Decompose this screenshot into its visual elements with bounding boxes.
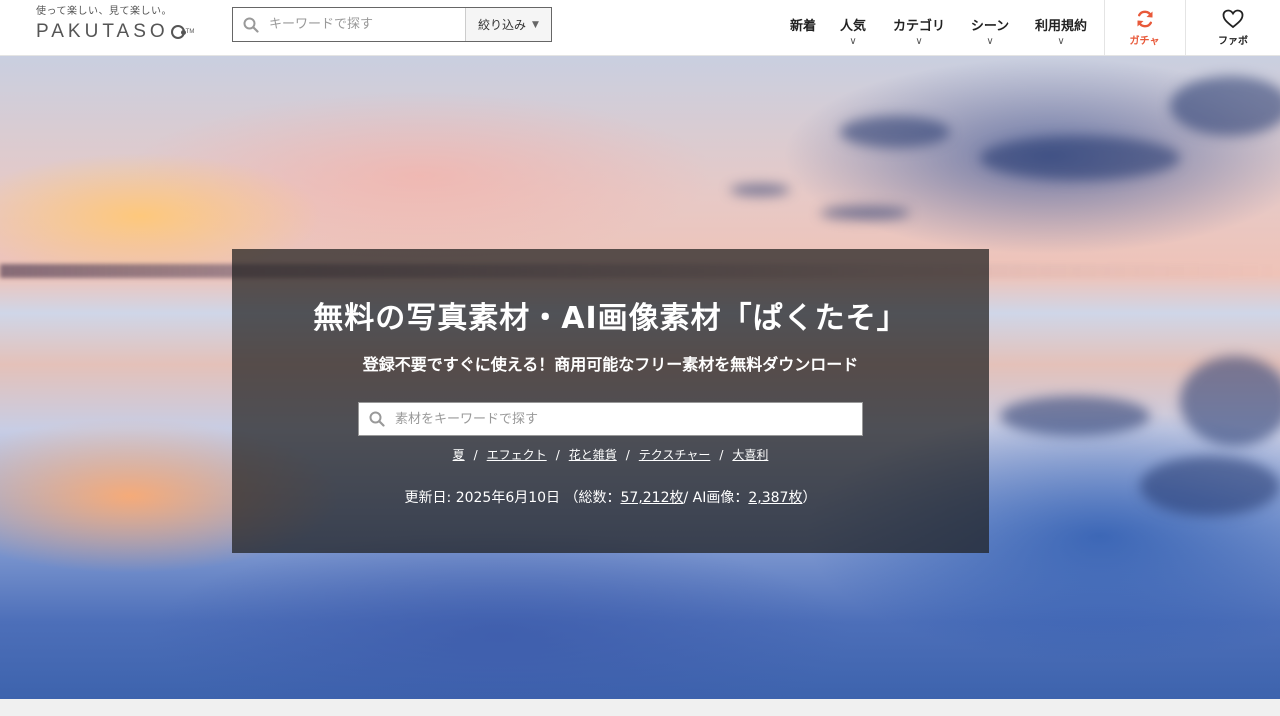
nav-item-category[interactable]: カテゴリ ∨ [880, 0, 958, 56]
ai-label: / AI画像： [683, 490, 749, 506]
chevron-down-icon: ∨ [849, 36, 857, 47]
logo-trademark: TM [185, 29, 195, 35]
tag-separator: / [719, 448, 724, 462]
nav-item-scene[interactable]: シーン ∨ [958, 0, 1022, 56]
site-logo[interactable]: 使って楽しい、見て楽しい。 PAKUTASO TM [36, 6, 196, 46]
chevron-down-icon: ∨ [915, 36, 923, 47]
hero-search-input[interactable] [395, 403, 862, 435]
hero-section: 無料の写真素材・AI画像素材「ぱくたそ」 登録不要ですぐに使える！商用可能なフリ… [0, 56, 1280, 699]
filter-label: 絞り込み [478, 18, 527, 32]
logo-wordmark: PAKUTASO TM [36, 22, 196, 42]
popular-tags: 夏 / エフェクト / 花と雑貨 / テクスチャー / 大喜利 [232, 446, 989, 463]
hero-cloud [820, 206, 910, 220]
hero-subtitle: 登録不要ですぐに使える！商用可能なフリー素材を無料ダウンロード [362, 355, 859, 374]
tag-separator: / [625, 448, 630, 462]
site-header: 使って楽しい、見て楽しい。 PAKUTASO TM 絞り込み ▼ 新着 人気 ∨… [0, 0, 1280, 56]
hero-cloud [1000, 396, 1150, 436]
ai-count-link[interactable]: 2,387枚 [748, 490, 802, 506]
logo-text: PAKUTASO [36, 21, 169, 42]
logo-mark-icon [170, 25, 186, 39]
stats-suffix: ） [802, 490, 817, 506]
gacha-button[interactable]: ガチャ [1104, 0, 1184, 56]
updated-date: 更新日: 2025年6月10日 （総数： [404, 490, 621, 506]
hero-overlay: 無料の写真素材・AI画像素材「ぱくたそ」 登録不要ですぐに使える！商用可能なフリ… [232, 249, 989, 553]
hero-cloud [840, 116, 950, 148]
total-count-link[interactable]: 57,212枚 [621, 490, 684, 506]
tag-separator: / [473, 448, 478, 462]
nav-item-new[interactable]: 新着 [780, 0, 826, 56]
caret-down-icon: ▼ [532, 19, 539, 30]
fav-label: ファボ [1218, 36, 1248, 47]
nav-item-label: シーン [970, 19, 1010, 34]
nav-item-label: 新着 [789, 19, 816, 34]
tag-link-texture[interactable]: テクスチャー [639, 448, 711, 462]
hero-cloud [980, 136, 1180, 180]
gacha-label: ガチャ [1129, 36, 1160, 47]
filter-dropdown[interactable]: 絞り込み ▼ [465, 8, 551, 41]
nav-item-terms[interactable]: 利用規約 ∨ [1022, 0, 1100, 56]
nav-item-label: 人気 [839, 19, 866, 34]
search-icon[interactable] [233, 8, 269, 41]
hero-cloud [730, 184, 790, 196]
chevron-down-icon: ∨ [986, 36, 994, 47]
chevron-down-icon: ∨ [1057, 36, 1065, 47]
search-icon[interactable] [359, 403, 395, 435]
favorites-button[interactable]: ファボ [1185, 0, 1280, 56]
tag-link-summer[interactable]: 夏 [453, 448, 465, 462]
nav-item-label: カテゴリ [892, 19, 945, 34]
nav-item-popular[interactable]: 人気 ∨ [826, 0, 880, 56]
page-bottom-strip [0, 699, 1280, 716]
refresh-icon [1137, 10, 1152, 28]
header-search: 絞り込み ▼ [232, 7, 552, 42]
main-nav: 新着 人気 ∨ カテゴリ ∨ シーン ∨ 利用規約 ∨ [780, 0, 1100, 56]
hero-cloud [1140, 456, 1280, 516]
site-stats: 更新日: 2025年6月10日 （総数：57,212枚/ AI画像：2,387枚… [232, 487, 989, 507]
header-search-input[interactable] [269, 8, 465, 41]
logo-tagline: 使って楽しい、見て楽しい。 [36, 6, 172, 17]
tag-link-ogiri[interactable]: 大喜利 [732, 448, 768, 462]
heart-icon [1222, 9, 1244, 29]
hero-cloud [1170, 76, 1280, 136]
hero-search [358, 402, 863, 436]
nav-item-label: 利用規約 [1034, 19, 1087, 34]
hero-title: 無料の写真素材・AI画像素材「ぱくたそ」 [313, 301, 908, 336]
tag-separator: / [555, 448, 560, 462]
tag-link-effect[interactable]: エフェクト [487, 448, 547, 462]
tag-link-flowers[interactable]: 花と雑貨 [569, 448, 617, 462]
hero-cloud [1180, 356, 1280, 446]
